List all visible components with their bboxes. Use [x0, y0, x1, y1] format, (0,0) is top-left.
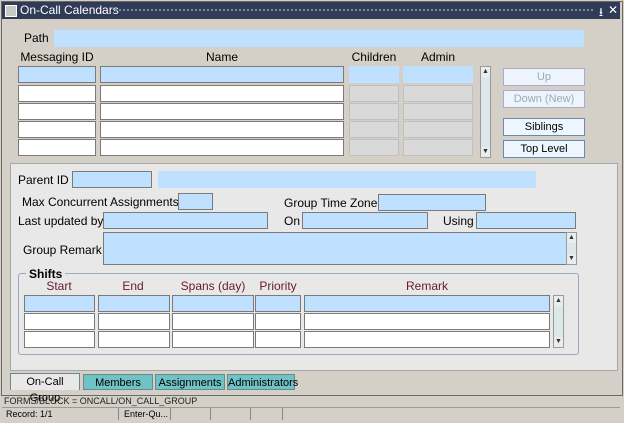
up-button[interactable]: Up	[503, 68, 585, 86]
close-icon[interactable]: ✕	[607, 3, 619, 17]
status-separator	[118, 408, 119, 420]
admin-cell	[403, 139, 473, 156]
window-icon	[5, 5, 17, 17]
priority-cell[interactable]	[255, 331, 301, 348]
tab-members[interactable]: Members	[83, 374, 153, 390]
spans-cell[interactable]	[172, 295, 254, 312]
children-cell	[349, 103, 399, 120]
admin-cell	[403, 85, 473, 102]
children-cell	[349, 139, 399, 156]
end-cell[interactable]	[98, 331, 170, 348]
tab-administrators[interactable]: Administrators	[227, 374, 298, 390]
grid-scrollbar[interactable]: ▲ ▼	[480, 66, 491, 158]
messaging-id-cell[interactable]	[18, 66, 96, 83]
status-separator	[282, 408, 283, 420]
shifts-scrollbar[interactable]: ▲ ▼	[553, 295, 564, 348]
scroll-down-icon[interactable]: ▼	[554, 337, 563, 347]
scroll-up-icon[interactable]: ▲	[481, 67, 490, 77]
last-updated-label: Last updated by	[18, 214, 104, 228]
shift-remark-header: Remark	[405, 279, 448, 293]
down-new-button[interactable]: Down (New)	[503, 90, 585, 108]
priority-cell[interactable]	[255, 313, 301, 330]
parent-id-field[interactable]	[72, 171, 152, 188]
admin-cell[interactable]	[403, 66, 473, 83]
siblings-button[interactable]: Siblings	[503, 118, 585, 136]
scroll-down-icon[interactable]: ▼	[567, 254, 576, 264]
status-separator	[210, 408, 211, 420]
shift-remark-cell[interactable]	[304, 313, 550, 330]
scroll-up-icon[interactable]: ▲	[554, 296, 563, 306]
admin-header: Admin	[420, 50, 455, 64]
name-header: Name	[205, 50, 238, 64]
using-field[interactable]	[476, 212, 576, 229]
messaging-id-cell[interactable]	[18, 121, 96, 138]
start-cell[interactable]	[24, 295, 95, 312]
window-title: On-Call Calendars	[20, 3, 119, 17]
shift-remark-cell[interactable]	[304, 331, 550, 348]
tab-assignments[interactable]: Assignments	[155, 374, 225, 390]
end-header: End	[122, 279, 144, 293]
end-cell[interactable]	[98, 313, 170, 330]
last-updated-field[interactable]	[103, 212, 268, 229]
title-bar: On-Call Calendars ⭳ ✕	[2, 2, 620, 19]
time-zone-field[interactable]	[378, 194, 486, 211]
status-message: FORMS/BLOCK = ONCALL/ON_CALL_GROUP	[4, 396, 198, 406]
on-label: On	[284, 214, 301, 228]
max-concurrent-label: Max Concurrent Assignments	[22, 195, 179, 209]
scroll-down-icon[interactable]: ▼	[481, 147, 490, 157]
children-cell	[349, 85, 399, 102]
priority-header: Priority	[259, 279, 297, 293]
children-cell[interactable]	[349, 66, 399, 83]
path-field[interactable]	[54, 30, 584, 47]
messaging-id-header: Messaging ID	[20, 50, 94, 64]
name-cell[interactable]	[100, 121, 344, 138]
top-level-button[interactable]: Top Level	[503, 140, 585, 158]
title-bar-texture	[114, 8, 594, 13]
name-cell[interactable]	[100, 85, 344, 102]
minimize-icon[interactable]: ⭳	[595, 3, 607, 24]
mode-indicator: Enter-Qu...	[124, 409, 169, 419]
remark-scrollbar[interactable]: ▲ ▼	[566, 232, 577, 265]
start-cell[interactable]	[24, 331, 95, 348]
spans-cell[interactable]	[172, 313, 254, 330]
on-field[interactable]	[302, 212, 428, 229]
max-concurrent-field[interactable]	[178, 193, 213, 210]
name-cell[interactable]	[100, 139, 344, 156]
path-label: Path	[24, 31, 49, 45]
using-label: Using	[443, 214, 474, 228]
time-zone-label: Group Time Zone	[284, 196, 378, 210]
children-header: Children	[351, 50, 397, 64]
end-cell[interactable]	[98, 295, 170, 312]
spans-header: Spans (day)	[180, 279, 246, 293]
messaging-id-cell[interactable]	[18, 103, 96, 120]
start-cell[interactable]	[24, 313, 95, 330]
status-separator	[170, 408, 171, 420]
spans-cell[interactable]	[172, 331, 254, 348]
parent-id-label: Parent ID	[18, 173, 69, 187]
record-indicator: Record: 1/1	[6, 409, 53, 419]
admin-cell	[403, 121, 473, 138]
scroll-up-icon[interactable]: ▲	[567, 233, 576, 243]
children-cell	[349, 121, 399, 138]
shift-remark-cell[interactable]	[304, 295, 550, 312]
status-separator	[250, 408, 251, 420]
status-divider	[2, 407, 620, 408]
messaging-id-cell[interactable]	[18, 85, 96, 102]
parent-name-field[interactable]	[158, 171, 536, 188]
name-cell[interactable]	[100, 103, 344, 120]
admin-cell	[403, 103, 473, 120]
group-remark-field[interactable]	[103, 232, 567, 265]
messaging-id-cell[interactable]	[18, 139, 96, 156]
start-header: Start	[46, 279, 72, 293]
group-remark-label: Group Remark	[23, 243, 102, 257]
priority-cell[interactable]	[255, 295, 301, 312]
tab-on-call-group[interactable]: On-Call Group	[10, 373, 80, 404]
name-cell[interactable]	[100, 66, 344, 83]
